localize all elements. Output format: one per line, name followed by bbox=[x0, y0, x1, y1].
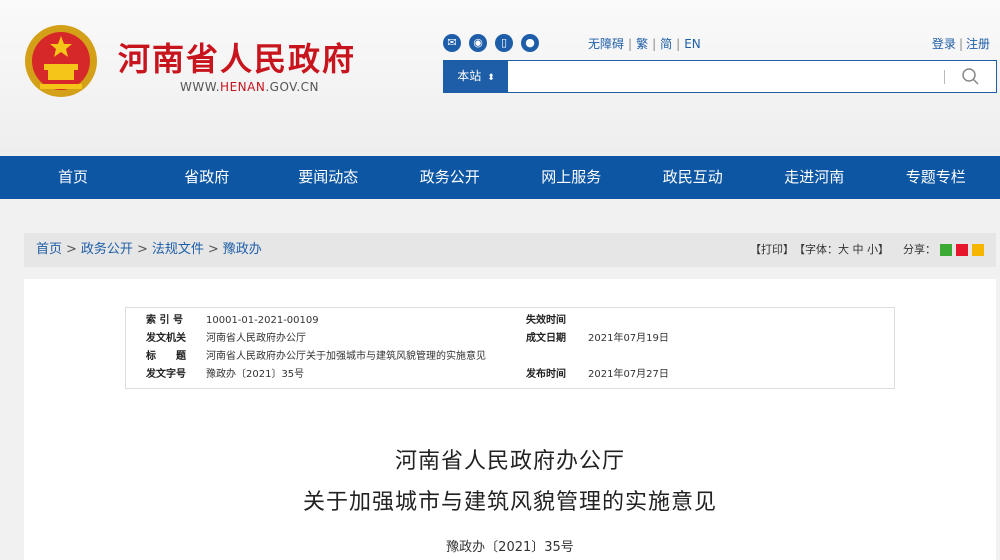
english-link[interactable]: EN bbox=[684, 37, 701, 51]
site-url-brand: HENAN bbox=[220, 80, 266, 94]
publish-date-value: 2021年07月27日 bbox=[588, 369, 669, 380]
document-number-label: 发文字号 bbox=[146, 369, 186, 380]
font-size-close: 】 bbox=[878, 243, 889, 256]
share-wechat-icon[interactable] bbox=[940, 244, 952, 256]
search-scope-label: 本站 bbox=[457, 69, 482, 83]
document-title-line-1: 河南省人民政府办公厅 bbox=[394, 449, 625, 474]
breadcrumb-separator: > bbox=[66, 242, 77, 257]
national-emblem-icon bbox=[25, 25, 97, 97]
account-links: 登录 | 注册 bbox=[931, 37, 990, 51]
breadcrumb-government-affairs[interactable]: 政务公开 bbox=[81, 242, 133, 257]
index-number-value: 10001-01-2021-00109 bbox=[206, 315, 319, 326]
publish-date-label: 发布时间 bbox=[526, 369, 566, 380]
document-title-line-2: 关于加强城市与建筑风貌管理的实施意见 bbox=[302, 490, 717, 515]
written-date-value: 2021年07月19日 bbox=[588, 333, 669, 344]
breadcrumb-bar: 首页 > 政务公开 > 法规文件 > 豫政办 【打印】 【字体： 大 中 小 】 分享： bbox=[24, 233, 996, 267]
nav-public-interaction[interactable]: 政民互动 bbox=[632, 156, 754, 199]
breadcrumb-regulations[interactable]: 法规文件 bbox=[152, 242, 204, 257]
site-url-prefix: WWW. bbox=[180, 80, 221, 94]
nav-government-affairs[interactable]: 政务公开 bbox=[389, 156, 511, 199]
site-url-suffix: .GOV.CN bbox=[265, 80, 320, 94]
title-value: 河南省人民政府办公厅关于加强城市与建筑风貌管理的实施意见 bbox=[206, 351, 486, 362]
expiry-label: 失效时间 bbox=[526, 315, 566, 326]
traditional-chinese-link[interactable]: 繁 bbox=[636, 37, 648, 51]
search-divider bbox=[944, 70, 945, 84]
breadcrumb-home[interactable]: 首页 bbox=[36, 242, 62, 257]
breadcrumb-current[interactable]: 豫政办 bbox=[223, 242, 262, 257]
meta-row: 发文字号 豫政办〔2021〕35号 发布时间 2021年07月27日 bbox=[146, 366, 886, 384]
share-qzone-icon[interactable] bbox=[972, 244, 984, 256]
index-number-label: 索 引 号 bbox=[146, 315, 183, 326]
mobile-icon[interactable]: ▯ bbox=[495, 34, 513, 52]
meta-row: 发文机关 河南省人民政府办公厅 成文日期 2021年07月19日 bbox=[146, 330, 886, 348]
register-link[interactable]: 注册 bbox=[966, 37, 990, 51]
social-icons: ✉ ◉ ▯ ● bbox=[443, 34, 539, 52]
nav-home[interactable]: 首页 bbox=[0, 156, 146, 199]
document-metadata: 索 引 号 10001-01-2021-00109 失效时间 发文机关 河南省人… bbox=[125, 307, 895, 389]
nav-news[interactable]: 要闻动态 bbox=[268, 156, 390, 199]
nav-provincial-government[interactable]: 省政府 bbox=[146, 156, 268, 199]
title-label: 标 题 bbox=[146, 351, 186, 362]
accessibility-link[interactable]: 无障碍 bbox=[588, 37, 624, 51]
font-size-label: 【字体： bbox=[794, 243, 838, 256]
search-scope-select[interactable]: 本站 ⬍ bbox=[444, 61, 508, 92]
weibo-icon[interactable]: ◉ bbox=[469, 34, 487, 52]
issuer-value: 河南省人民政府办公厅 bbox=[206, 333, 306, 344]
document-number: 豫政办〔2021〕35号 bbox=[446, 540, 574, 555]
share-weibo-icon[interactable] bbox=[956, 244, 968, 256]
breadcrumb-separator: > bbox=[136, 242, 148, 257]
wechat-icon[interactable]: ✉ bbox=[443, 34, 461, 52]
article-content: 索 引 号 10001-01-2021-00109 失效时间 发文机关 河南省人… bbox=[24, 279, 996, 560]
nav-about-henan[interactable]: 走进河南 bbox=[754, 156, 876, 199]
font-large-button[interactable]: 大 bbox=[838, 233, 849, 267]
simplified-chinese-link[interactable]: 简 bbox=[660, 37, 672, 51]
nav-special-topics[interactable]: 专题专栏 bbox=[875, 156, 997, 199]
search-bar: 本站 ⬍ bbox=[443, 60, 997, 93]
breadcrumb: 首页 > 政务公开 > 法规文件 > 豫政办 bbox=[36, 233, 262, 267]
search-input[interactable] bbox=[514, 65, 938, 89]
issuer-label: 发文机关 bbox=[146, 333, 186, 344]
login-link[interactable]: 登录 bbox=[932, 37, 956, 51]
main-nav: 首页 省政府 要闻动态 政务公开 网上服务 政民互动 走进河南 专题专栏 bbox=[0, 156, 1000, 199]
print-button[interactable]: 【打印】 bbox=[750, 233, 794, 267]
page-tools: 【打印】 【字体： 大 中 小 】 分享： bbox=[750, 233, 984, 267]
site-header: 河南省人民政府 WWW.HENAN.GOV.CN ✉ ◉ ▯ ● 无障碍 | 繁 | 简… bbox=[0, 0, 1000, 156]
sort-caret-icon: ⬍ bbox=[487, 73, 495, 83]
search-icon[interactable] bbox=[960, 66, 982, 88]
app-icon[interactable]: ● bbox=[521, 34, 539, 52]
top-links: 无障碍 | 繁 | 简 | EN bbox=[588, 37, 701, 51]
site-url: WWW.HENAN.GOV.CN bbox=[180, 80, 319, 94]
breadcrumb-separator: > bbox=[207, 242, 219, 257]
share-label: 分享： bbox=[903, 243, 936, 256]
meta-row: 索 引 号 10001-01-2021-00109 失效时间 bbox=[146, 312, 886, 330]
font-medium-button[interactable]: 中 bbox=[853, 233, 864, 267]
font-small-button[interactable]: 小 bbox=[867, 233, 878, 267]
nav-online-services[interactable]: 网上服务 bbox=[511, 156, 633, 199]
site-title[interactable]: 河南省人民政府 bbox=[118, 34, 356, 80]
meta-row: 标 题 河南省人民政府办公厅关于加强城市与建筑风貌管理的实施意见 bbox=[146, 348, 886, 366]
written-date-label: 成文日期 bbox=[526, 333, 566, 344]
document-number-value: 豫政办〔2021〕35号 bbox=[206, 369, 305, 380]
